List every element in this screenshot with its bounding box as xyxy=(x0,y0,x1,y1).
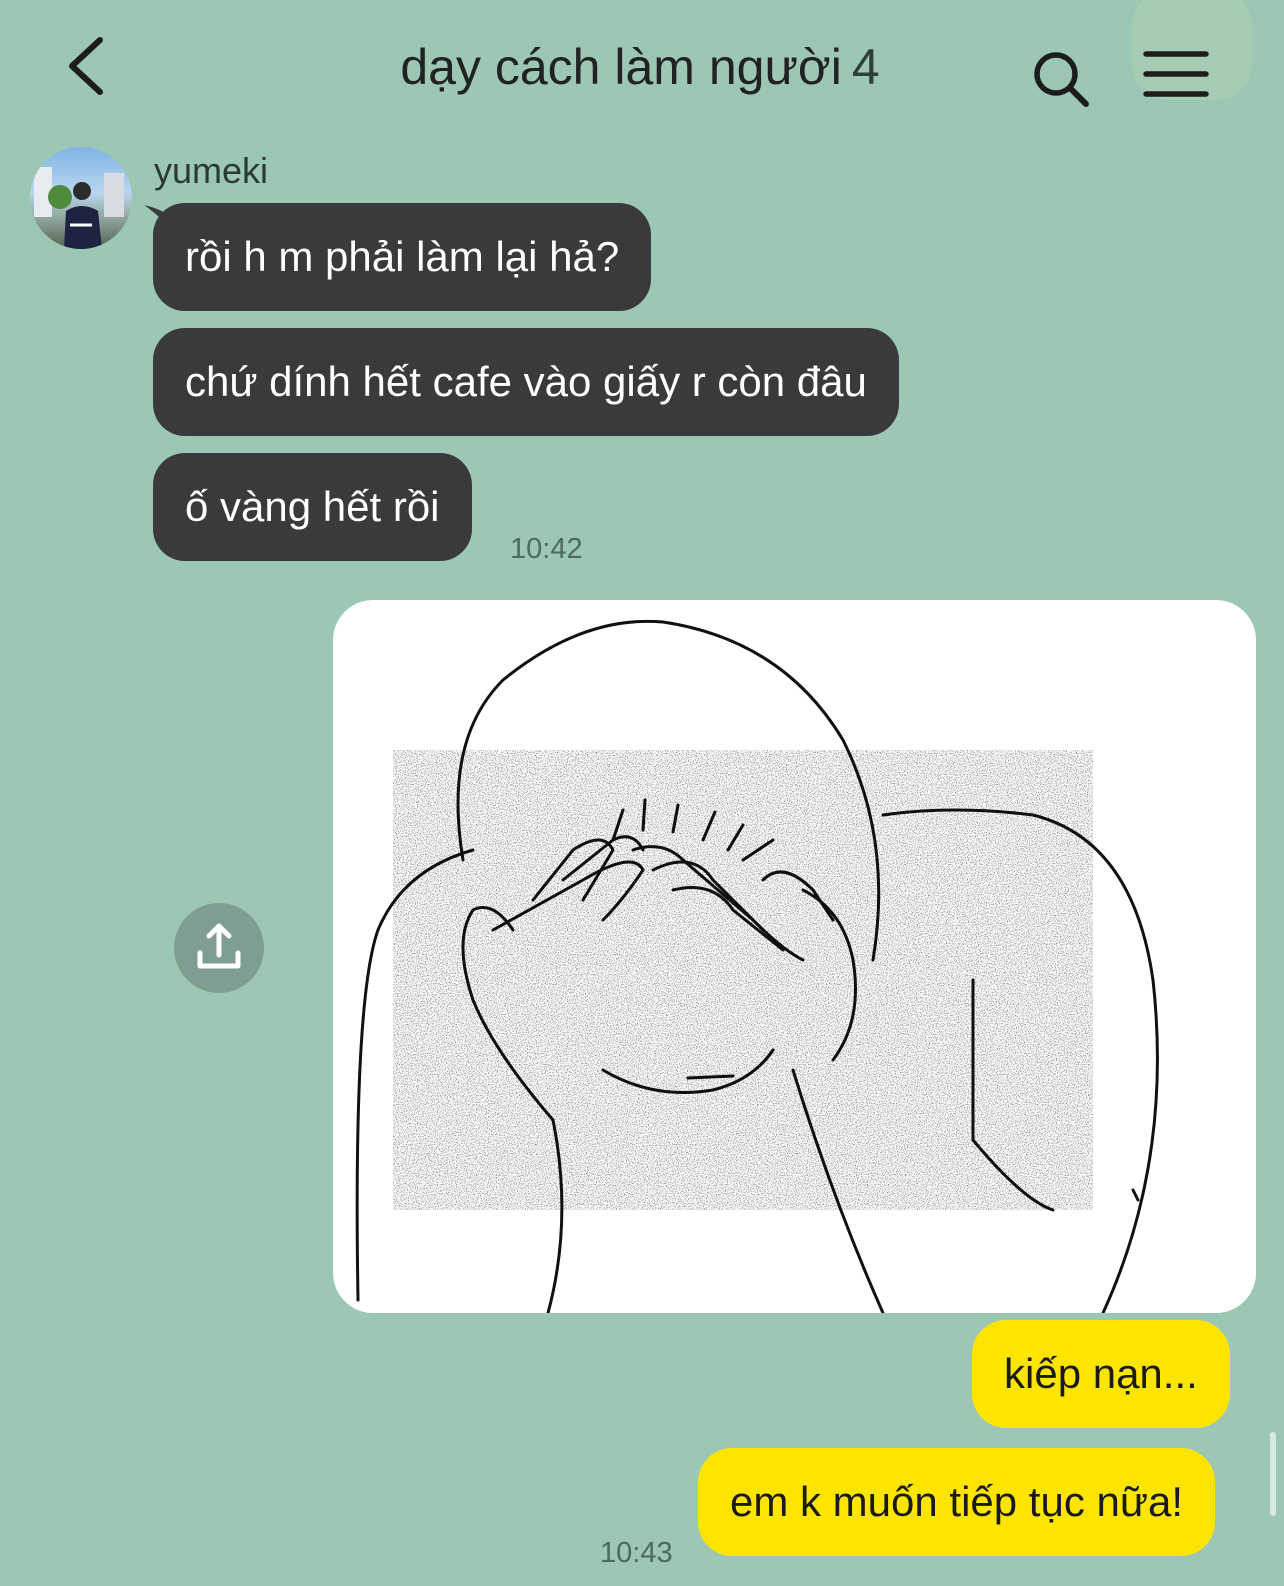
outgoing-message-bubble[interactable]: kiếp nạn... xyxy=(972,1320,1230,1428)
image-message[interactable] xyxy=(333,600,1256,1313)
outgoing-message-bubble[interactable]: em k muốn tiếp tục nữa! xyxy=(698,1448,1215,1556)
scrollbar[interactable] xyxy=(1270,1432,1276,1516)
back-arrow-icon xyxy=(69,37,103,95)
incoming-message-bubble[interactable]: chứ dính hết cafe vào giấy r còn đâu xyxy=(153,328,899,436)
search-button[interactable] xyxy=(1030,48,1094,112)
crying-meme-drawing xyxy=(355,619,1159,1313)
search-icon xyxy=(1034,52,1089,107)
chat-title-text: dạy cách làm người xyxy=(400,39,842,95)
chat-title: dạy cách làm người 4 xyxy=(330,34,950,104)
incoming-message-bubble[interactable]: ố vàng hết rồi xyxy=(153,453,472,561)
member-count: 4 xyxy=(851,39,880,95)
message-timestamp: 10:42 xyxy=(510,533,583,565)
share-button[interactable] xyxy=(174,903,264,993)
hamburger-menu-icon xyxy=(1143,51,1209,97)
chat-screen: dạy cách làm người 4 yumeki rồi h m phải … xyxy=(0,0,1284,1586)
menu-button[interactable] xyxy=(1142,40,1214,112)
back-button[interactable] xyxy=(60,34,120,98)
message-timestamp: 10:43 xyxy=(600,1537,673,1569)
sender-name: yumeki xyxy=(154,150,269,191)
avatar-photo xyxy=(34,167,124,249)
incoming-message-bubble[interactable]: rồi h m phải làm lại hả? xyxy=(153,203,652,311)
share-upload-icon xyxy=(197,923,241,969)
avatar[interactable] xyxy=(30,147,132,249)
